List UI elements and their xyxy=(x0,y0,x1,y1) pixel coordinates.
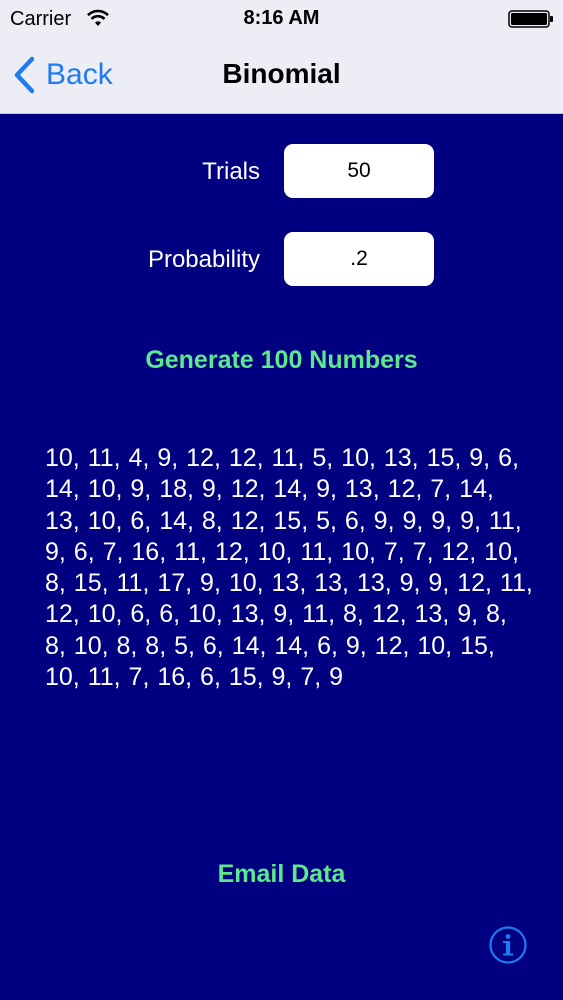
probability-label: Probability xyxy=(147,246,260,273)
status-bar: Carrier 8:16 AM xyxy=(0,0,563,38)
email-data-button[interactable]: Email Data xyxy=(0,860,563,889)
trials-input[interactable] xyxy=(284,144,434,198)
status-time: 8:16 AM xyxy=(243,7,320,29)
battery-icon xyxy=(508,10,553,28)
info-icon[interactable] xyxy=(488,925,528,965)
trials-label: Trials xyxy=(202,158,260,185)
probability-input[interactable] xyxy=(284,232,434,286)
generated-numbers-output: 10, 11, 4, 9, 12, 12, 11, 5, 10, 13, 15,… xyxy=(45,444,533,692)
navigation-bar: Back Binomial xyxy=(0,38,563,114)
page-title: Binomial xyxy=(222,58,341,89)
generate-numbers-button[interactable]: Generate 100 Numbers xyxy=(0,346,563,375)
